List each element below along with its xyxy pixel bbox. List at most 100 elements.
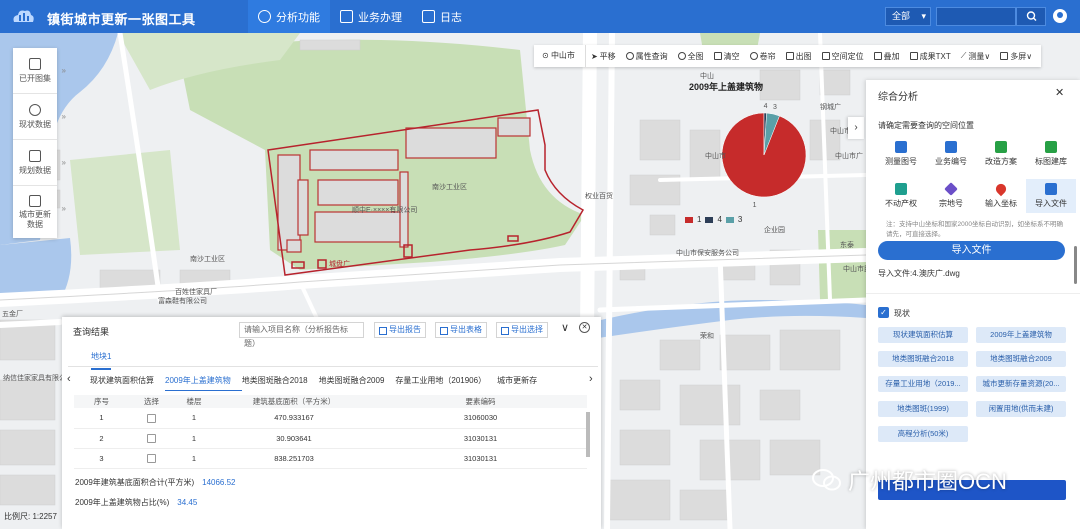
briefcase-icon [340,10,353,23]
nav-log[interactable]: 日志 [412,0,472,33]
rail-current-data[interactable]: 现状数据 » [13,94,66,140]
table-scrollbar[interactable] [586,412,590,457]
analysis-tool-grid: 测量图号 业务编号 改造方案 标图建库 不动产权 宗地号 输入坐标 导入文件 [876,137,1076,213]
rail-current-data-label: 现状数据 [19,119,51,129]
analysis-panel-title: 综合分析 [878,92,918,103]
col-floor[interactable]: 楼层 [174,395,214,408]
project-name-input[interactable]: 请输入项目名称（分析报告标题） [239,322,364,348]
header-search-input[interactable] [936,7,1016,26]
map-label-park: 南沙工业区 [432,182,467,191]
chevron-down-icon[interactable]: ∨ [561,321,569,334]
rail-opened-maps[interactable]: 已开图集 » [13,48,66,94]
layer-tag[interactable]: 城市更新存量资源(20... [976,376,1066,392]
col-code[interactable]: 要素编码 [374,395,587,408]
col-area[interactable]: 建筑基底面积（平方米） [214,395,374,408]
col-index[interactable]: 序号 [74,395,129,408]
legend-swatch-3 [725,216,734,223]
search-scope-select[interactable]: 全部 [885,7,931,26]
subtab-landuse-2009[interactable]: 地类图斑融合2009 [319,375,396,391]
close-icon[interactable]: ✕ [1055,86,1064,99]
tool-pan[interactable]: ➤ 平移 [586,51,621,62]
tool-locate-label: 空间定位 [831,51,864,61]
tool-multiscreen[interactable]: 多屏∨ [995,51,1037,62]
tool-measure[interactable]: ⟋ 测量∨ [956,51,995,62]
tool-overlay[interactable]: 叠加 [869,51,905,62]
map-label-media: 中山市广 [835,151,863,160]
chevron-right-icon: › [854,122,858,133]
rail-renewal-data[interactable]: 城市更新数据 » [13,186,66,238]
right-panel-collapse-button[interactable]: › [848,117,864,139]
tool-print[interactable]: 出图 [781,51,817,62]
layer-tag[interactable]: 高程分析(50米) [878,426,968,442]
subtab-renewal[interactable]: 城市更新存 [497,375,548,391]
subtab-2009-buildings[interactable]: 2009年上盖建筑物 [165,375,242,391]
top-bar: 镇街城市更新一张图工具 分析功能 业务办理 日志 全部 [0,0,1080,33]
import-file-button[interactable]: 导入文件 [878,241,1065,260]
analysis-panel-scrollbar[interactable] [1074,246,1077,284]
col-select[interactable]: 选择 [129,395,174,408]
tool-map-library[interactable]: 标图建库 [1026,137,1076,171]
row-checkbox[interactable] [147,433,156,443]
tool-swipe[interactable]: 卷帘 [745,51,781,62]
tool-pan-label: 平移 [599,51,616,61]
tool-clear[interactable]: 清空 [709,51,745,62]
tool-survey-map-no[interactable]: 测量图号 [876,137,926,171]
map-book-icon [29,57,41,70]
row-checkbox[interactable] [147,413,156,423]
layer-tag[interactable]: 地类图斑融合2018 [878,351,968,367]
subtab-industrial-stock[interactable]: 存量工业用地（201906） [395,375,497,391]
chevron-right-icon[interactable]: › [589,373,593,385]
tool-locate[interactable]: 空间定位 [817,51,869,62]
nav-business[interactable]: 业务办理 [330,0,412,33]
table-row[interactable]: 1 1 470.933167 31060030 [74,408,587,429]
cell-area: 470.933167 [214,408,374,429]
bar-chart-icon [29,194,41,207]
tool-import-file-label: 导入文件 [1035,199,1067,208]
layer-tag[interactable]: 地类图斑融合2009 [976,351,1066,367]
tool-txt[interactable]: 成果TXT [905,51,956,62]
survey-icon [895,141,907,153]
status-checkbox[interactable]: ✓ [878,307,889,318]
rail-plan-data[interactable]: 规划数据 » [13,140,66,186]
cell-code: 31030131 [374,428,587,449]
city-selector[interactable]: ⊙ 中山市 [538,45,586,67]
layer-tag[interactable]: 2009年上盖建筑物 [976,327,1066,343]
watermark-text: 广州都市圈OCN [848,469,1007,494]
layer-tag[interactable]: 闲置用地(供而未建) [976,401,1066,417]
coordinate-note: 注：支持中山坐标和国家2000坐标自动识别，如坐标系不明确请先，可直接选择。 [886,221,1063,238]
tool-renovation-plan[interactable]: 改造方案 [976,137,1026,171]
tab-parcel-1[interactable]: 地块1 [91,351,112,370]
tool-full-map[interactable]: 全图 [673,51,709,62]
cell-floor: 1 [174,428,214,449]
tool-import-file[interactable]: 导入文件 [1026,179,1076,213]
tool-input-coords[interactable]: 输入坐标 [976,179,1026,213]
tool-attribute-query[interactable]: 属性查询 [621,51,673,62]
nav-analysis[interactable]: 分析功能 [248,0,330,33]
tool-parcel-no-label: 宗地号 [939,199,963,208]
scale-text: 比例尺: 1:2257 [4,512,57,521]
nav-log-label: 日志 [440,11,462,24]
user-icon[interactable] [1053,9,1067,23]
subtab-current-area[interactable]: 现状建筑面积估算 [90,375,165,391]
subtab-landuse-2018[interactable]: 地类图斑融合2018 [242,375,319,391]
table-row[interactable]: 2 1 30.903641 31030131 [74,428,587,449]
export-table-button[interactable]: 导出表格 [435,322,487,338]
tool-property-right[interactable]: 不动产权 [876,179,926,213]
tool-business-no[interactable]: 业务编号 [926,137,976,171]
tool-renovation-plan-label: 改造方案 [985,157,1017,166]
table-row[interactable]: 3 1 838.251703 31030131 [74,448,587,469]
export-selected-button[interactable]: 导出选择 [496,322,548,338]
row-checkbox[interactable] [147,453,156,463]
map-label-company2: 富森鞋有限公司 [158,296,207,305]
layer-tag[interactable]: 现状建筑面积估算 [878,327,968,343]
close-icon[interactable]: ✕ [579,322,590,333]
export-report-button[interactable]: 导出报告 [374,322,426,338]
layers-icon [873,52,882,60]
header-search-button[interactable] [1016,7,1046,26]
tool-measure-label: 测量∨ [968,51,991,61]
tool-parcel-no[interactable]: 宗地号 [926,179,976,213]
layer-tag[interactable]: 存量工业用地（2019... [878,376,968,392]
result-table: 序号 选择 楼层 建筑基底面积（平方米） 要素编码 1 1 470.933167… [74,395,587,469]
layer-tag[interactable]: 地类图斑(1999) [878,401,968,417]
chevron-left-icon[interactable]: ‹ [67,373,71,385]
